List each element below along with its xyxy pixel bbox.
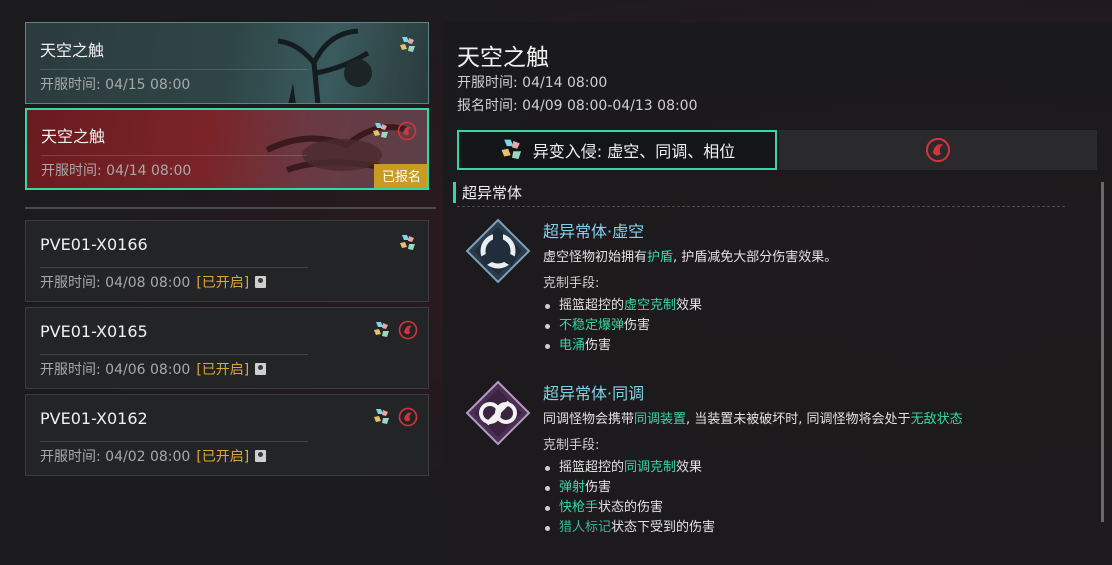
scrollbar[interactable] <box>1101 182 1104 522</box>
detail-tabs: 异变入侵: 虚空、同调、相位 <box>457 130 1097 170</box>
divider <box>41 155 307 156</box>
tab-mutation-invasion[interactable]: 异变入侵: 虚空、同调、相位 <box>457 130 777 170</box>
status-opened: [已开启] <box>196 449 250 465</box>
counter-label: 克制手段: <box>543 276 600 291</box>
status-opened: [已开启] <box>196 275 250 291</box>
event-title: 天空之触 <box>40 41 105 60</box>
event-title: PVE01-X0162 <box>40 409 148 428</box>
entry-name: 超异常体·虚空 <box>543 222 645 241</box>
section-title: 超异常体 <box>453 182 522 203</box>
counter-label: 克制手段: <box>543 438 600 453</box>
mutation-icon <box>372 407 392 427</box>
list-item: 快枪手状态的伤害 <box>543 498 715 518</box>
mutation-icon <box>371 121 391 141</box>
mutation-icon <box>372 320 392 340</box>
mutation-icon <box>398 35 418 55</box>
sync-emblem-icon <box>465 380 531 446</box>
list-item: 弹射伤害 <box>543 478 715 498</box>
status-opened: [已开启] <box>196 362 250 378</box>
section-divider <box>25 207 436 209</box>
list-item: 摇篮超控的虚空克制效果 <box>543 296 702 316</box>
divider <box>40 267 308 268</box>
event-title: PVE01-X0166 <box>40 235 148 254</box>
lock-icon <box>255 276 267 288</box>
void-emblem-icon <box>465 218 531 284</box>
mutation-icon <box>398 233 418 253</box>
detail-register-time: 报名时间: 04/09 08:00-04/13 08:00 <box>457 98 698 114</box>
crimson-sigil-icon <box>398 320 418 340</box>
detail-title: 天空之触 <box>457 45 549 71</box>
counter-list: 摇篮超控的同调克制效果 弹射伤害 快枪手状态的伤害 猎人标记状态下受到的伤害 <box>543 458 715 538</box>
event-open-time: 开服时间: 04/06 08:00 [已开启] <box>40 359 267 379</box>
section-rule <box>457 206 1065 207</box>
event-card-x0166[interactable]: PVE01-X0166 开服时间: 04/08 08:00 [已开启] <box>25 220 429 302</box>
tab-label: 异变入侵: 虚空、同调、相位 <box>532 142 736 161</box>
list-item: 猎人标记状态下受到的伤害 <box>543 518 715 538</box>
list-item: 不稳定爆弹伤害 <box>543 316 702 336</box>
crimson-sigil-icon <box>397 121 417 141</box>
lock-icon <box>255 450 267 462</box>
divider <box>40 354 308 355</box>
event-open-time: 开服时间: 04/15 08:00 <box>40 77 191 93</box>
event-icons <box>398 35 418 55</box>
event-card-sky-touch-1[interactable]: 天空之触 开服时间: 04/15 08:00 <box>25 22 429 104</box>
divider <box>40 69 308 70</box>
counter-list: 摇篮超控的虚空克制效果 不稳定爆弹伤害 电涌伤害 <box>543 296 702 356</box>
event-icons <box>372 320 418 340</box>
event-card-x0162[interactable]: PVE01-X0162 开服时间: 04/02 08:00 [已开启] <box>25 394 429 476</box>
lock-icon <box>255 363 267 375</box>
event-title: 天空之触 <box>41 127 106 146</box>
list-item: 摇篮超控的同调克制效果 <box>543 458 715 478</box>
divider <box>40 441 308 442</box>
event-open-time: 开服时间: 04/14 08:00 <box>41 163 192 179</box>
event-illustration <box>277 28 372 103</box>
list-item: 电涌伤害 <box>543 336 702 356</box>
crimson-sigil-icon <box>925 137 951 163</box>
event-card-x0165[interactable]: PVE01-X0165 开服时间: 04/06 08:00 [已开启] <box>25 307 429 389</box>
event-open-time: 开服时间: 04/02 08:00 [已开启] <box>40 446 267 466</box>
entry-description: 同调怪物会携带同调装置, 当装置未被破坏时, 同调怪物将会处于无敌状态 <box>543 412 963 427</box>
event-open-time: 开服时间: 04/08 08:00 [已开启] <box>40 272 267 292</box>
event-card-sky-touch-2[interactable]: 天空之触 开服时间: 04/14 08:00 已报名 <box>25 108 429 190</box>
event-title: PVE01-X0165 <box>40 322 148 341</box>
crimson-sigil-icon <box>398 407 418 427</box>
tab-crimson[interactable] <box>779 130 1097 170</box>
event-detail-panel: 天空之触 开服时间: 04/14 08:00 报名时间: 04/09 08:00… <box>443 22 1112 565</box>
mutation-icon <box>499 137 525 163</box>
event-icons <box>398 233 418 253</box>
detail-open-time: 开服时间: 04/14 08:00 <box>457 75 608 91</box>
event-icons <box>371 121 417 141</box>
entry-description: 虚空怪物初始拥有护盾, 护盾减免大部分伤害效果。 <box>543 250 838 265</box>
event-icons <box>372 407 418 427</box>
registered-badge: 已报名 <box>373 164 427 188</box>
entry-name: 超异常体·同调 <box>543 384 645 403</box>
